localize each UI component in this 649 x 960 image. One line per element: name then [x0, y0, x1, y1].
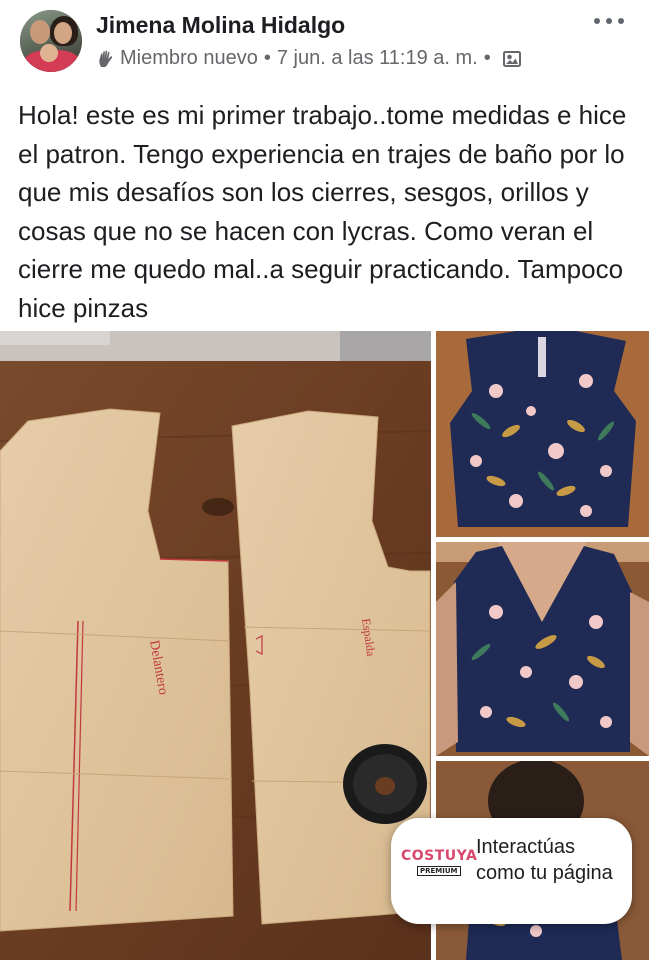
- more-options-icon[interactable]: [594, 14, 624, 28]
- blouse-front-worn-photo[interactable]: [436, 542, 649, 756]
- author-avatar[interactable]: [20, 10, 82, 72]
- blouse-back-zipper-photo[interactable]: [436, 331, 649, 537]
- post-body-text: Hola! este es mi primer trabajo..tome me…: [18, 100, 627, 323]
- paper-pattern-photo[interactable]: Delantero Espalda: [0, 331, 431, 960]
- member-badge[interactable]: Miembro nuevo: [120, 47, 258, 70]
- new-member-icon: [99, 50, 113, 67]
- meta-separator: •: [483, 47, 491, 69]
- toast-message: Interactúas como tu página: [476, 836, 613, 884]
- meta-separator: •: [263, 47, 271, 69]
- post-meta: Miembro nuevo • 7 jun. a las 11:19 a. m.…: [96, 47, 521, 70]
- post-header: Jimena Molina Hidalgo Miembro nuevo • 7 …: [0, 0, 649, 80]
- group-photo-icon: [502, 50, 521, 67]
- brand-name: COSTUYA: [401, 848, 478, 864]
- costuya-logo: COSTUYA PREMIUM: [401, 848, 477, 884]
- author-name[interactable]: Jimena Molina Hidalgo: [96, 12, 345, 39]
- brand-premium-tag: PREMIUM: [417, 866, 461, 876]
- interacting-as-page-toast[interactable]: COSTUYA PREMIUM Interactúas como tu pági…: [391, 818, 632, 924]
- post-timestamp[interactable]: 7 jun. a las 11:19 a. m.: [277, 47, 478, 70]
